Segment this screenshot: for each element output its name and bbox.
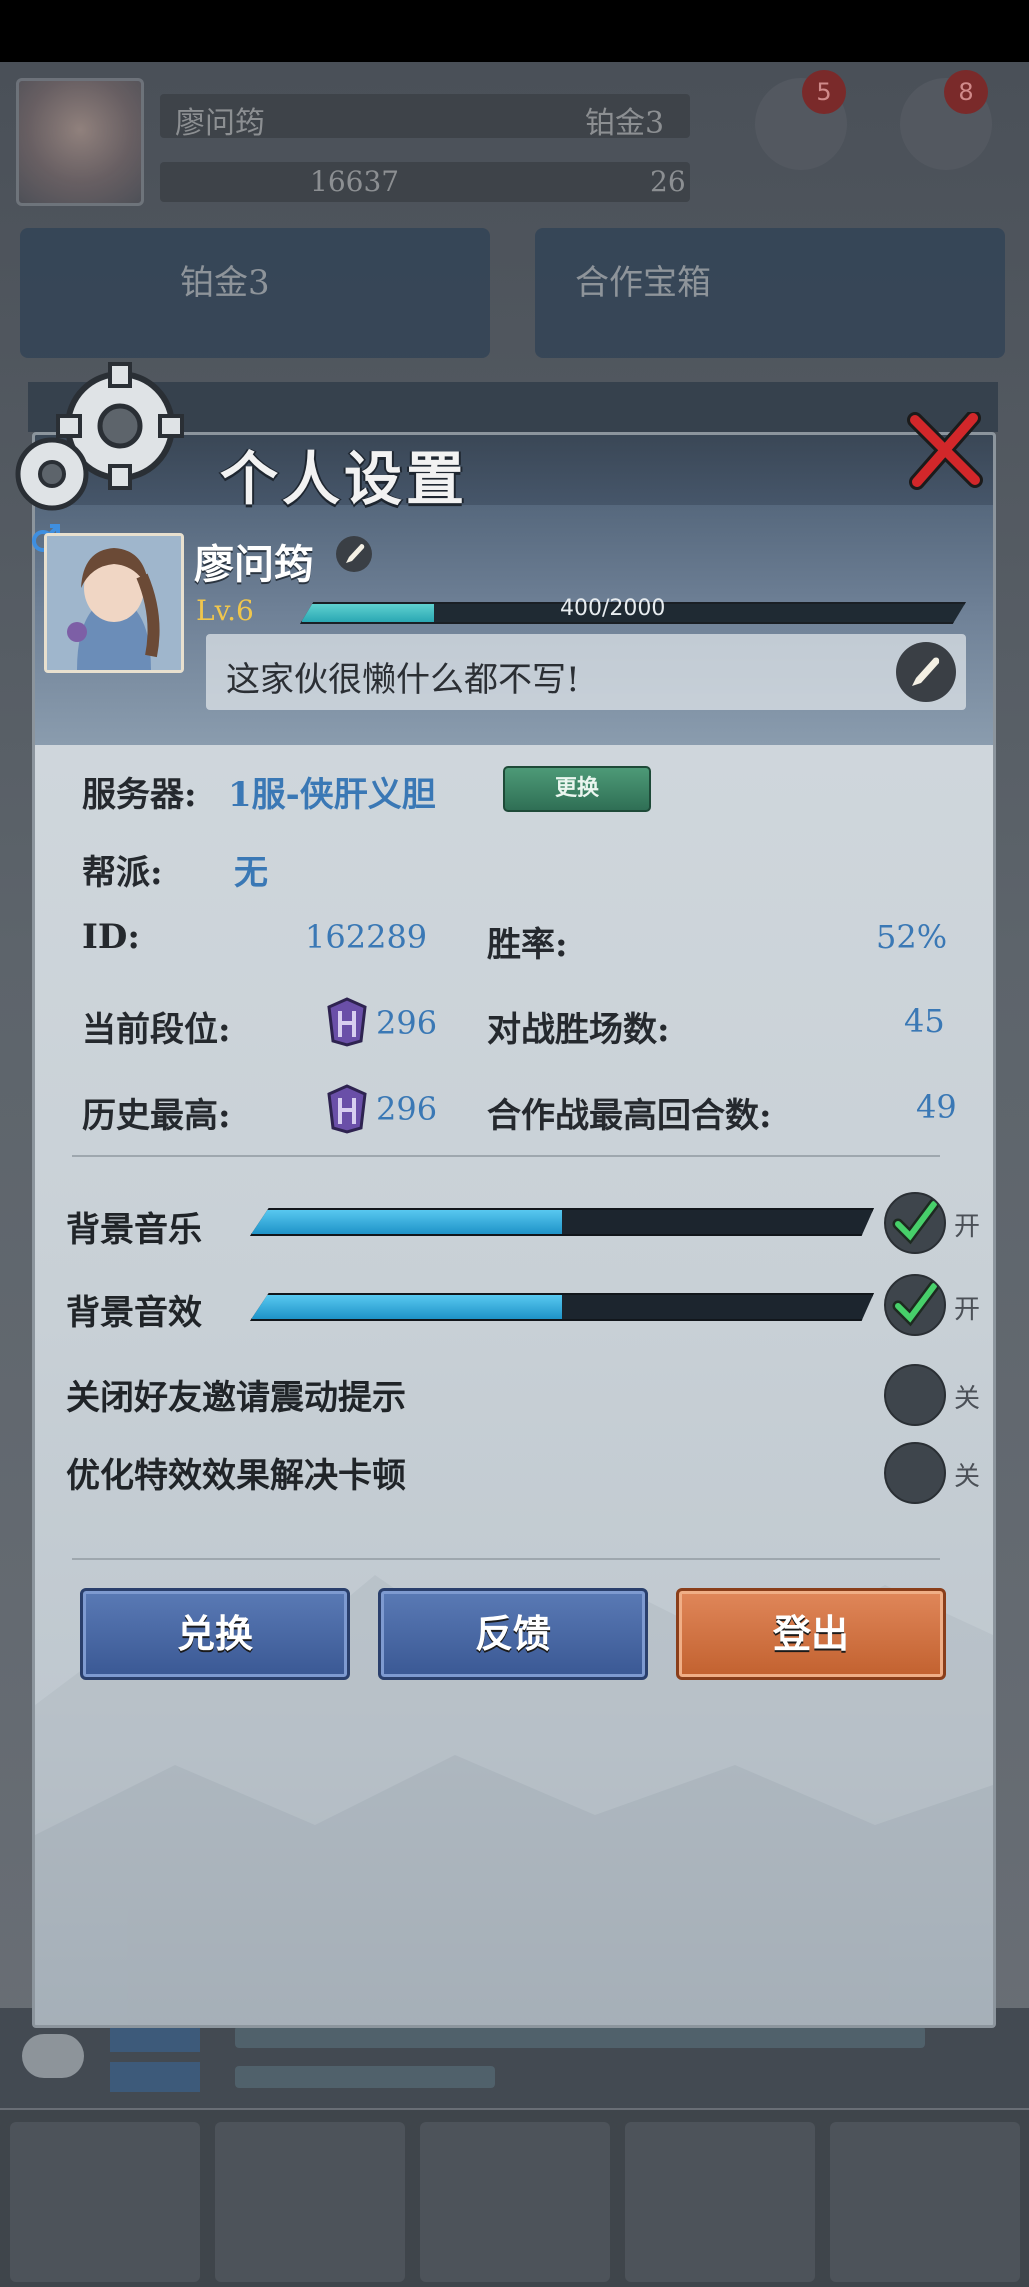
background-nav-item (830, 2122, 1020, 2282)
divider (72, 1558, 940, 1560)
best-rank-value: 296 (376, 1090, 438, 1128)
dialog-title: 个人设置 (220, 445, 469, 513)
background-currency-bar (160, 162, 690, 202)
coop-rounds-value: 49 (916, 1088, 957, 1126)
background-gems: 26 (650, 165, 686, 198)
avatar-portrait (47, 536, 181, 670)
divider (72, 1155, 940, 1157)
sfx-slider-fill (252, 1295, 562, 1319)
gear-icon (15, 362, 184, 511)
background-chat-line (235, 2026, 925, 2048)
performance-toggle[interactable] (884, 1442, 946, 1504)
background-nav-item (10, 2122, 200, 2282)
server-label: 服务器: (82, 775, 197, 815)
server-value: 1服-侠肝义胆 (228, 775, 436, 815)
background-panel-right-label: 合作宝箱 (575, 263, 711, 303)
sfx-label: 背景音效 (66, 1293, 202, 1333)
edit-name-icon[interactable] (335, 535, 373, 573)
music-toggle-checkmark-icon[interactable] (884, 1192, 946, 1254)
vibrate-toggle[interactable] (884, 1364, 946, 1426)
avatar[interactable] (44, 533, 184, 673)
music-slider-fill (252, 1210, 562, 1234)
mountain-landscape (35, 1575, 993, 2025)
winrate-value: 52% (876, 918, 948, 956)
background-avatar (16, 78, 144, 206)
change-server-button[interactable]: 更换 (503, 766, 651, 812)
rank-icon (327, 997, 367, 1047)
sfx-toggle-checkmark-icon[interactable] (884, 1274, 946, 1336)
signature-text: 这家伙很懒什么都不写! (226, 660, 580, 700)
performance-state: 关 (954, 1462, 981, 1492)
id-label: ID: (82, 917, 140, 957)
edit-signature-icon[interactable] (896, 642, 956, 702)
best-rank-label: 历史最高: (82, 1096, 231, 1136)
current-rank-label: 当前段位: (82, 1010, 231, 1050)
background-rank-label: 铂金3 (585, 106, 665, 141)
redeem-button[interactable]: 兑换 (80, 1588, 350, 1680)
wins-value: 45 (904, 1002, 945, 1040)
guild-value: 无 (234, 853, 268, 893)
background-nav-item (215, 2122, 405, 2282)
sfx-state: 开 (954, 1295, 981, 1325)
guild-label: 帮派: (82, 853, 163, 893)
winrate-label: 胜率: (487, 925, 568, 965)
background-chat-icon (22, 2034, 84, 2078)
wins-label: 对战胜场数: (487, 1010, 670, 1050)
music-slider[interactable] (250, 1208, 874, 1236)
background-chat-line (235, 2066, 495, 2088)
xp-progress-fill (302, 604, 435, 622)
background-nav-item (420, 2122, 610, 2282)
logout-button[interactable]: 登出 (676, 1588, 946, 1680)
background-chat-tag (110, 2062, 200, 2092)
vibrate-state: 关 (954, 1384, 981, 1414)
xp-text: 400/2000 (560, 596, 666, 621)
level-label: Lv.6 (196, 594, 254, 627)
music-state: 开 (954, 1212, 981, 1242)
status-bar (0, 0, 1029, 62)
id-value: 162289 (305, 918, 428, 956)
background-coins: 16637 (310, 165, 400, 198)
background-nav-item (625, 2122, 815, 2282)
coop-rounds-label: 合作战最高回合数: (487, 1096, 772, 1136)
current-rank-value: 296 (376, 1004, 438, 1042)
close-icon[interactable] (905, 412, 983, 490)
music-label: 背景音乐 (66, 1210, 202, 1250)
background-player-name: 廖问筠 (175, 106, 265, 141)
sfx-slider[interactable] (250, 1293, 874, 1321)
background-panel-left-label: 铂金3 (180, 263, 270, 303)
rank-icon (327, 1084, 367, 1134)
feedback-button[interactable]: 反馈 (378, 1588, 648, 1680)
performance-label: 优化特效效果解决卡顿 (66, 1456, 406, 1496)
vibrate-label: 关闭好友邀请震动提示 (66, 1378, 406, 1418)
background-badge: 5 (802, 70, 846, 114)
player-name: 廖问筠 (194, 541, 314, 588)
background-badge: 8 (944, 70, 988, 114)
